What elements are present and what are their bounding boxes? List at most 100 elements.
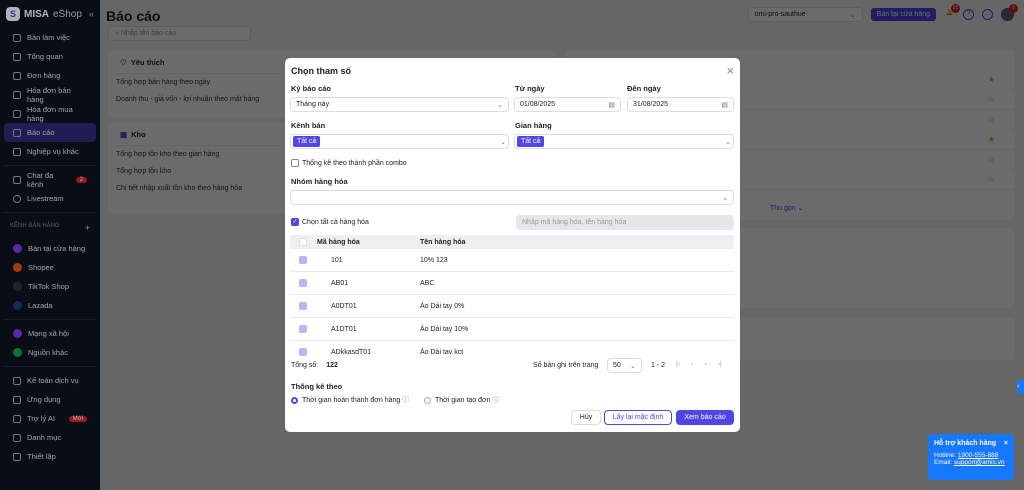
menu-icon: [13, 395, 21, 404]
hotline-link[interactable]: 1900-555-888: [958, 452, 998, 459]
pagination-controls[interactable]: |‹ ‹ › ›|: [676, 361, 722, 368]
sidebar-item[interactable]: Mạng xã hội: [4, 324, 96, 343]
close-icon[interactable]: ×: [1004, 440, 1008, 447]
sidebar-item[interactable]: Nghiệp vụ khác: [4, 142, 96, 161]
sidebar-item[interactable]: Báo cáo: [4, 123, 96, 142]
sidebar-item[interactable]: Lazada: [4, 296, 96, 315]
shop-select[interactable]: Tất cả ⌄: [514, 134, 734, 149]
menu-icon: [13, 52, 21, 61]
from-date-input[interactable]: 01/08/2025 ▤: [514, 97, 621, 112]
star-icon[interactable]: ☆: [988, 175, 995, 184]
channels-section-title: KÊNH BÁN HÀNG +: [10, 223, 90, 233]
channel-icon: [13, 244, 22, 253]
chat-badge: 2: [75, 176, 87, 183]
channel-icon: [13, 329, 22, 338]
add-channel-button[interactable]: +: [85, 223, 90, 233]
row-checkbox[interactable]: [299, 348, 307, 356]
first-page-icon: |‹: [676, 361, 681, 368]
sidebar-item[interactable]: Hóa đơn bán hàng: [4, 85, 96, 104]
combo-checkbox[interactable]: Thống kê theo thành phần combo: [291, 159, 407, 167]
table-row[interactable]: 101 10% 123: [290, 249, 734, 272]
chat-icon: [13, 175, 21, 184]
channel-select[interactable]: Tất cả ⌄: [290, 134, 509, 149]
channel-icon: [13, 348, 22, 357]
sidebar-item[interactable]: Kế toán dịch vụ: [4, 371, 96, 390]
row-checkbox[interactable]: [299, 302, 307, 310]
sidebar-item[interactable]: Danh mục: [4, 428, 96, 447]
sidebar-item[interactable]: Shopee: [4, 258, 96, 277]
menu-icon: [13, 33, 21, 42]
reset-default-button[interactable]: Lấy lại mặc định: [604, 410, 672, 425]
product-search-input[interactable]: Nhập mã hàng hóa, tên hàng hóa: [516, 215, 734, 230]
to-date-input[interactable]: 31/08/2025 ▤: [627, 97, 734, 112]
more-icon[interactable]: …: [982, 9, 993, 20]
store-select[interactable]: omi-pro-sauthue ⌄: [747, 7, 863, 22]
bell-icon[interactable]: 🔔 21: [944, 4, 960, 20]
radio-created-time[interactable]: Thời gian tạo đơn ⓘ: [424, 395, 499, 405]
view-report-button[interactable]: Xem báo cáo: [676, 410, 734, 425]
sidebar-item-livestream[interactable]: Livestream: [4, 189, 96, 208]
calendar-icon: ▤: [608, 101, 615, 109]
side-expand-tab[interactable]: ‹: [1017, 380, 1024, 394]
store-sale-button[interactable]: Bán tại cửa hàng: [870, 8, 936, 21]
row-checkbox[interactable]: [299, 325, 307, 333]
dialog-title: Chọn tham số: [291, 66, 351, 76]
menu-icon: [13, 90, 21, 99]
star-icon[interactable]: ☆: [988, 95, 995, 104]
star-icon[interactable]: ☆: [988, 115, 995, 124]
row-checkbox[interactable]: [299, 279, 307, 287]
table-row[interactable]: A0DT01 Áo Dài tay 0%: [290, 295, 734, 318]
help-icon[interactable]: ?: [963, 9, 974, 20]
sidebar-item[interactable]: Bàn làm việc: [4, 28, 96, 47]
report-search-input[interactable]: ⌕ Nhập tên báo cáo: [108, 26, 251, 41]
menu-icon: [13, 414, 21, 423]
menu-icon: [13, 433, 21, 442]
next-page-icon: ›: [704, 361, 707, 368]
email-link[interactable]: support@amis.vn: [954, 459, 1005, 466]
star-icon[interactable]: ☆: [988, 155, 995, 164]
row-checkbox[interactable]: [299, 256, 307, 264]
product-group-select[interactable]: ⌄: [290, 190, 734, 205]
avatar[interactable]: 1: [1001, 4, 1018, 21]
collapse-link[interactable]: Thu gọn ⌄: [770, 204, 804, 212]
cancel-button[interactable]: Hủy: [571, 410, 601, 425]
new-badge: Mới: [68, 415, 87, 422]
sidebar-item[interactable]: Trợ lý AI Mới: [4, 409, 96, 428]
sidebar-item[interactable]: Nguồn khác: [4, 343, 96, 362]
misa-logo-icon: S: [6, 7, 20, 21]
star-icon[interactable]: ★: [988, 135, 995, 144]
sidebar-item[interactable]: Thiết lập: [4, 447, 96, 466]
table-row[interactable]: AB01 ABC: [290, 272, 734, 295]
sidebar-item[interactable]: Bán tại cửa hàng: [4, 239, 96, 258]
sidebar-item[interactable]: TikTok Shop: [4, 277, 96, 296]
channel-icon: [13, 282, 22, 291]
livestream-icon: [13, 194, 21, 203]
last-page-icon: ›|: [717, 361, 722, 368]
info-icon: ⓘ: [492, 397, 500, 404]
table-row[interactable]: A1DT01 Áo Dài tay 10%: [290, 318, 734, 341]
menu-icon: [13, 71, 21, 80]
product-table: Mã hàng hóa Tên hàng hóa 101 10% 123 AB01 AB…: [290, 235, 734, 357]
page-title: Báo cáo: [106, 8, 161, 24]
select-all-checkbox[interactable]: ✓ Chọn tất cả hàng hóa: [291, 218, 369, 226]
menu-icon: [13, 109, 21, 118]
sidebar-item-chat[interactable]: Chat đa kênh 2: [4, 170, 96, 189]
collapse-sidebar-icon[interactable]: «: [89, 9, 94, 19]
parameter-dialog: Chọn tham số ✕ Kỳ báo cáo Tháng này ⌄ Từ n…: [285, 58, 740, 432]
sidebar-item[interactable]: Ứng dụng: [4, 390, 96, 409]
logo[interactable]: S MISA eShop «: [0, 0, 100, 28]
per-page-select[interactable]: 50 ⌄: [607, 358, 642, 373]
menu-icon: [13, 452, 21, 461]
channel-icon: [13, 263, 22, 272]
table-row[interactable]: ADkkasdT01 Áo Dài tav kct: [290, 341, 734, 357]
radio-completed-time[interactable]: Thời gian hoàn thành đơn hàng ⓘ: [291, 395, 409, 405]
period-select[interactable]: Tháng này ⌄: [290, 97, 509, 112]
warehouse-icon: ▦: [120, 130, 128, 139]
sidebar-item[interactable]: Đơn hàng: [4, 66, 96, 85]
close-icon[interactable]: ✕: [726, 66, 734, 77]
star-icon[interactable]: ★: [988, 75, 995, 84]
support-widget: Hỗ trợ khách hàng × Hotline: 1900-555-888…: [928, 434, 1014, 480]
sidebar-item[interactable]: Hóa đơn mua hàng: [4, 104, 96, 123]
sidebar-item[interactable]: Tổng quan: [4, 47, 96, 66]
header-checkbox[interactable]: [299, 238, 307, 246]
